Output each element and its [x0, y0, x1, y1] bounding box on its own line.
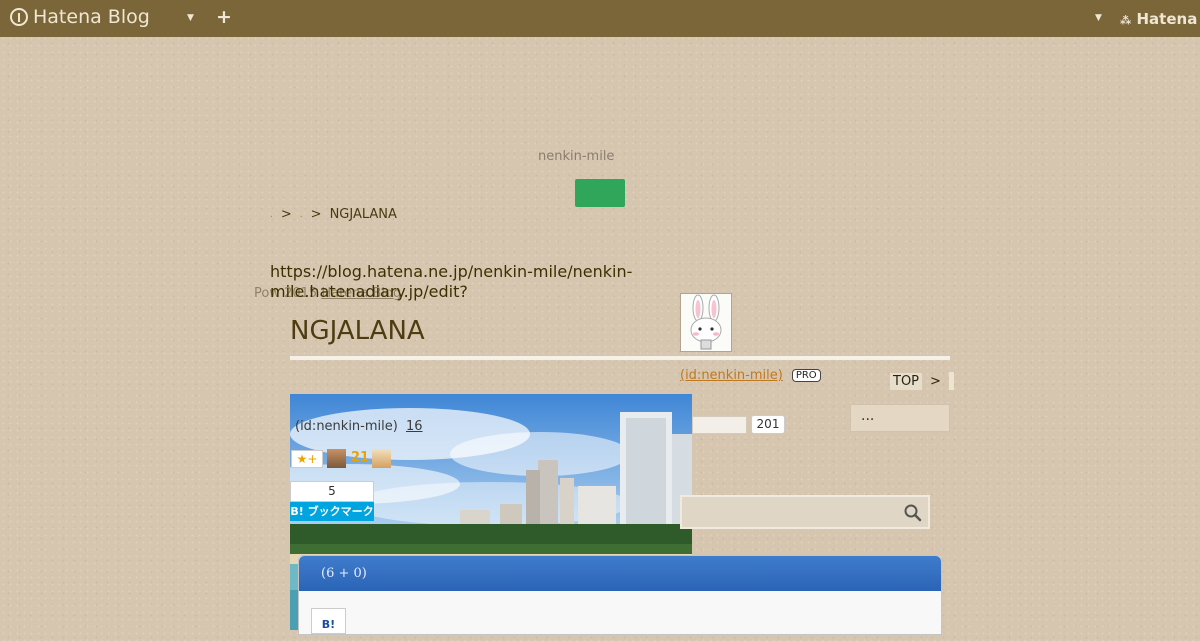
- top-navbar: [0, 0, 1200, 37]
- breadcrumb-category-link[interactable]: .: [300, 210, 303, 220]
- bookmark-comments-header: (6 + 0): [299, 556, 941, 591]
- hatena-bookmark-icon[interactable]: B!: [311, 608, 346, 634]
- bookmark-count[interactable]: 5: [290, 481, 374, 502]
- top-link[interactable]: TOP: [890, 372, 923, 390]
- account-menu-caret-icon[interactable]: ▼: [1095, 13, 1102, 23]
- hatena-brand-label: Hatena: [1136, 10, 1198, 28]
- bookmark-button[interactable]: B! ブックマーク: [290, 502, 374, 521]
- share-button[interactable]: [692, 416, 747, 434]
- hatena-brand-link[interactable]: ⁂ Hatena: [1120, 10, 1197, 28]
- blog-id-label: nenkin-mile: [538, 149, 615, 164]
- breadcrumb-separator: >: [280, 207, 292, 222]
- pager-nav: TOP >: [890, 372, 954, 390]
- breadcrumb-current: NGJALANA: [329, 207, 397, 222]
- next-arrow-icon[interactable]: >: [930, 374, 941, 389]
- entry-user-meta: (id:nenkin-mile) 16: [295, 419, 423, 434]
- entry-user-count-link[interactable]: 16: [406, 419, 423, 434]
- breadcrumb-home-link[interactable]: .: [270, 210, 273, 220]
- share-count: 201: [751, 415, 785, 434]
- pro-badge: PRO: [791, 369, 821, 382]
- hatena-mark-icon: ⁂: [1120, 14, 1132, 27]
- add-star-button[interactable]: ★+: [291, 450, 323, 468]
- search-input[interactable]: [680, 495, 930, 529]
- more-menu-button[interactable]: ...: [850, 404, 950, 432]
- brand-label: Hatena Blog: [33, 6, 150, 28]
- caret-down-icon[interactable]: ▼: [187, 13, 194, 23]
- search-icon[interactable]: [902, 502, 924, 524]
- star-user-avatar[interactable]: [372, 449, 391, 468]
- subscribe-button[interactable]: [575, 179, 625, 207]
- nav-scroll-handle[interactable]: [948, 372, 954, 390]
- edit-url-text[interactable]: https://blog.hatena.ne.jp/nenkin-mile/ne…: [270, 262, 650, 302]
- star-user-avatar[interactable]: [327, 449, 346, 468]
- star-count[interactable]: 21: [351, 450, 369, 465]
- breadcrumb-separator: >: [310, 207, 322, 222]
- author-id-link[interactable]: (id:nenkin-mile): [680, 368, 783, 383]
- entry-title[interactable]: NGJALANA: [290, 316, 425, 346]
- hatena-blog-logo[interactable]: Hatena Blog: [10, 6, 150, 28]
- add-icon[interactable]: +: [216, 6, 232, 28]
- entry-user-id: (id:nenkin-mile): [295, 419, 398, 434]
- author-row: (id:nenkin-mile) PRO: [680, 368, 821, 383]
- rabbit-avatar-icon: [690, 294, 722, 350]
- author-avatar[interactable]: [680, 293, 732, 352]
- hatena-logo-icon: [10, 8, 28, 26]
- title-divider: [290, 356, 950, 360]
- breadcrumb: . > . > NGJALANA: [270, 207, 397, 222]
